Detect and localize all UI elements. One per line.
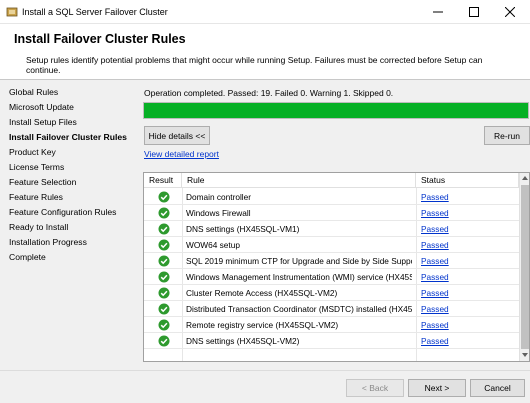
column-header-status[interactable]: Status <box>416 173 519 188</box>
table-row[interactable]: DNS settings (HX45SQL-VM2) Passed <box>144 333 519 349</box>
nav-item-license-terms[interactable]: License Terms <box>9 162 64 172</box>
status-passed-link[interactable]: Passed <box>421 208 449 218</box>
table-row[interactable]: SQL 2019 minimum CTP for Upgrade and Sid… <box>144 253 519 269</box>
nav-item-feature-selection[interactable]: Feature Selection <box>9 177 76 187</box>
check-circle-icon <box>158 287 170 299</box>
progress-bar <box>143 102 529 119</box>
column-header-result[interactable]: Result <box>144 173 182 188</box>
nav-item-feature-configuration-rules[interactable]: Feature Configuration Rules <box>9 207 116 217</box>
close-icon <box>505 7 515 17</box>
scrollbar-thumb[interactable] <box>521 185 529 349</box>
table-row[interactable]: DNS settings (HX45SQL-VM1) Passed <box>144 221 519 237</box>
check-circle-icon <box>158 191 170 203</box>
table-row[interactable]: Windows Firewall Passed <box>144 205 519 221</box>
nav-item-install-setup-files[interactable]: Install Setup Files <box>9 117 77 127</box>
status-passed-link[interactable]: Passed <box>421 288 449 298</box>
operation-status-text: Operation completed. Passed: 19. Failed … <box>144 88 394 98</box>
title-bar: Install a SQL Server Failover Cluster <box>0 0 530 24</box>
table-row[interactable]: Cluster Remote Access (HX45SQL-VM2) Passe… <box>144 285 519 301</box>
check-circle-icon <box>158 319 170 331</box>
status-passed-link[interactable]: Passed <box>421 240 449 250</box>
nav-item-product-key[interactable]: Product Key <box>9 147 56 157</box>
minimize-button[interactable] <box>420 0 456 24</box>
rule-name: Cluster Remote Access (HX45SQL-VM2) <box>186 288 338 298</box>
page-header: Install Failover Cluster Rules Setup rul… <box>0 24 530 80</box>
nav-item-microsoft-update[interactable]: Microsoft Update <box>9 102 74 112</box>
status-passed-link[interactable]: Passed <box>421 336 449 346</box>
page-description: Setup rules identify potential problems … <box>26 55 483 75</box>
scroll-down-arrow-icon[interactable] <box>522 353 528 357</box>
nav-item-installation-progress[interactable]: Installation Progress <box>9 237 87 247</box>
next-button[interactable]: Next > <box>408 379 466 397</box>
maximize-icon <box>469 7 479 17</box>
close-button[interactable] <box>492 0 528 24</box>
progress-bar-fill <box>144 103 528 118</box>
view-detailed-report-link[interactable]: View detailed report <box>144 149 219 159</box>
minimize-icon <box>433 11 443 13</box>
table-row[interactable]: Domain controller Passed <box>144 189 519 205</box>
nav-item-global-rules[interactable]: Global Rules <box>9 87 58 97</box>
cancel-button[interactable]: Cancel <box>470 379 525 397</box>
page-title: Install Failover Cluster Rules <box>14 32 186 46</box>
rerun-button[interactable]: Re-run <box>484 126 530 145</box>
nav-item-complete[interactable]: Complete <box>9 252 46 262</box>
status-passed-link[interactable]: Passed <box>421 192 449 202</box>
rule-name: Remote registry service (HX45SQL-VM2) <box>186 320 339 330</box>
rule-name: DNS settings (HX45SQL-VM2) <box>186 336 300 346</box>
wizard-footer: < Back Next > Cancel <box>0 370 530 403</box>
nav-item-ready-to-install[interactable]: Ready to Install <box>9 222 68 232</box>
rule-name: Windows Firewall <box>186 208 251 218</box>
rule-name: WOW64 setup <box>186 240 240 250</box>
rule-name: Domain controller <box>186 192 252 202</box>
sql-setup-app-icon <box>6 7 18 17</box>
status-passed-link[interactable]: Passed <box>421 320 449 330</box>
check-circle-icon <box>158 303 170 315</box>
status-passed-link[interactable]: Passed <box>421 224 449 234</box>
hide-details-button[interactable]: Hide details << <box>144 126 210 145</box>
check-circle-icon <box>158 271 170 283</box>
rule-name: Distributed Transaction Coordinator (MSD… <box>186 304 412 314</box>
scroll-up-arrow-icon[interactable] <box>522 176 528 180</box>
rule-name: Windows Management Instrumentation (WMI)… <box>186 272 412 282</box>
check-circle-icon <box>158 335 170 347</box>
table-row[interactable]: WOW64 setup Passed <box>144 237 519 253</box>
nav-item-install-failover-cluster-rules[interactable]: Install Failover Cluster Rules <box>9 132 127 142</box>
table-row[interactable]: Distributed Transaction Coordinator (MSD… <box>144 301 519 317</box>
status-passed-link[interactable]: Passed <box>421 256 449 266</box>
wizard-steps-nav: Global Rules Microsoft Update Install Se… <box>0 81 140 370</box>
table-row[interactable]: Windows Management Instrumentation (WMI)… <box>144 269 519 285</box>
column-header-rule[interactable]: Rule <box>182 173 416 188</box>
rule-name: SQL 2019 minimum CTP for Upgrade and Sid… <box>186 256 412 266</box>
rule-name: DNS settings (HX45SQL-VM1) <box>186 224 300 234</box>
check-circle-icon <box>158 207 170 219</box>
window-title: Install a SQL Server Failover Cluster <box>22 7 168 17</box>
status-passed-link[interactable]: Passed <box>421 272 449 282</box>
status-passed-link[interactable]: Passed <box>421 304 449 314</box>
check-circle-icon <box>158 223 170 235</box>
check-circle-icon <box>158 255 170 267</box>
maximize-button[interactable] <box>456 0 492 24</box>
back-button[interactable]: < Back <box>346 379 404 397</box>
nav-item-feature-rules[interactable]: Feature Rules <box>9 192 63 202</box>
table-scrollbar[interactable] <box>519 173 529 361</box>
rules-table: Result Rule Status Domain controller Pass… <box>143 172 530 362</box>
table-row[interactable]: Remote registry service (HX45SQL-VM2) Pas… <box>144 317 519 333</box>
main-content: Operation completed. Passed: 19. Failed … <box>140 81 530 370</box>
check-circle-icon <box>158 239 170 251</box>
